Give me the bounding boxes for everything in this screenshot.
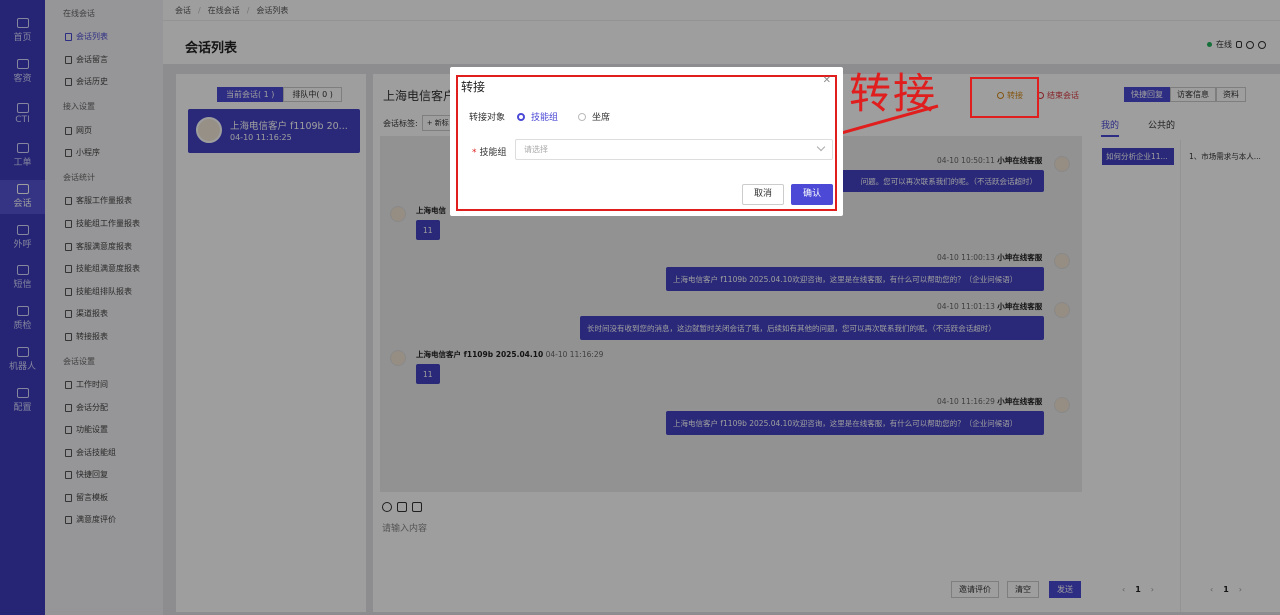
skill-group-label: 技能组	[479, 148, 507, 158]
chevron-down-icon	[816, 142, 826, 152]
dialog-title: 转接	[461, 80, 486, 94]
transfer-dialog: 转接 ✕ 转接对象 技能组 坐席 * 技能组 请选择 取消 确认	[450, 67, 843, 216]
skill-group-label-row: * 技能组	[472, 145, 507, 158]
select-placeholder: 请选择	[524, 145, 548, 154]
skill-group-select[interactable]: 请选择	[515, 139, 833, 160]
close-icon[interactable]: ✕	[823, 75, 831, 86]
option-seat[interactable]: 坐席	[592, 110, 610, 123]
radio-seat[interactable]	[578, 112, 587, 121]
annotation-text: 转接	[849, 69, 938, 118]
annotation-highlight-box	[970, 77, 1039, 118]
target-label: 转接对象	[469, 113, 506, 123]
required-mark: *	[472, 148, 477, 158]
radio-skill-group[interactable]	[517, 112, 526, 121]
option-skill-group[interactable]: 技能组	[531, 110, 558, 123]
cancel-button[interactable]: 取消	[742, 184, 785, 205]
transfer-target-row: 转接对象 技能组 坐席	[469, 110, 610, 123]
confirm-button[interactable]: 确认	[791, 184, 834, 205]
